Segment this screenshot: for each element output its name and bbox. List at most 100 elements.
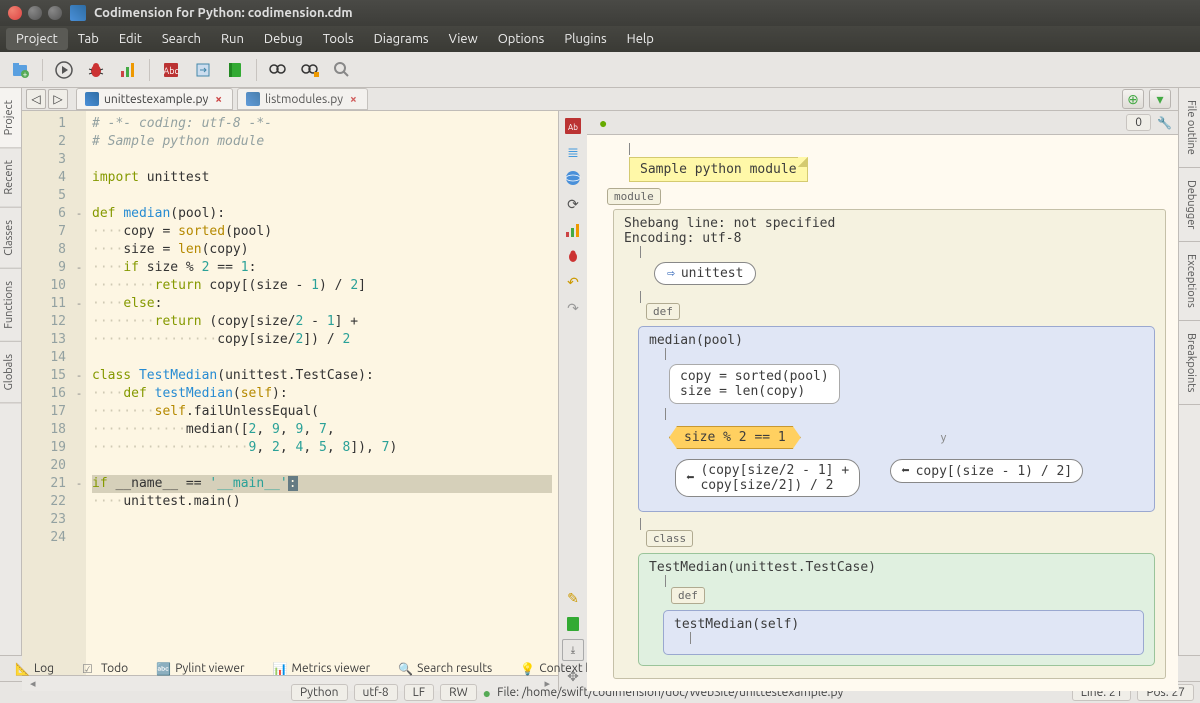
diagram-panel: ● 0 🔧 Sample python module module Sheban…: [587, 111, 1178, 691]
globe-tool-icon[interactable]: [562, 167, 584, 189]
return-arrow-icon: ⬅: [901, 463, 909, 479]
import-arrow-icon: ⇨: [667, 266, 675, 281]
tab-icon: 💡: [520, 662, 534, 676]
tab-label: Pylint viewer: [175, 662, 244, 675]
tab-filename: unittestexample.py: [104, 93, 208, 106]
bottom-tab-log[interactable]: 📐 Log: [6, 658, 63, 680]
svg-text:Ab: Ab: [568, 123, 578, 132]
nav-back-button[interactable]: ◁: [26, 89, 46, 109]
chart-tool-icon[interactable]: [562, 219, 584, 241]
import-node: ⇨ unittest: [654, 262, 756, 285]
bottom-tab-pylint-viewer[interactable]: 🔤 Pylint viewer: [147, 658, 253, 680]
left-tab-project[interactable]: Project: [0, 88, 21, 148]
menu-plugins[interactable]: Plugins: [554, 28, 616, 50]
close-tab-icon[interactable]: ×: [213, 93, 224, 106]
tab-label: Todo: [101, 662, 128, 675]
imports-icon[interactable]: [188, 56, 218, 84]
menu-options[interactable]: Options: [488, 28, 555, 50]
tab-icon: 📐: [15, 662, 29, 676]
undo-tool-icon[interactable]: ↶: [562, 271, 584, 293]
status-readwrite[interactable]: RW: [440, 684, 477, 701]
bottom-tab-todo[interactable]: ☑ Todo: [73, 658, 137, 680]
left-sidebar-tabs: ProjectRecentClassesFunctionsGlobals: [0, 88, 22, 655]
file-tab[interactable]: unittestexample.py ×: [76, 88, 233, 110]
close-tab-icon[interactable]: ×: [348, 93, 359, 106]
dict-tool-icon[interactable]: Ab: [562, 115, 584, 137]
diagram-status-dot: ●: [599, 115, 607, 131]
tab-icon: 🔤: [156, 662, 170, 676]
flowchart-canvas[interactable]: Sample python module module Shebang line…: [587, 135, 1178, 691]
menu-edit[interactable]: Edit: [109, 28, 152, 50]
svg-text:+: +: [23, 70, 28, 79]
menu-project[interactable]: Project: [6, 28, 68, 50]
window-title: Codimension for Python: codimension.cdm: [94, 6, 353, 20]
search-icon[interactable]: [327, 56, 357, 84]
left-tab-classes[interactable]: Classes: [0, 208, 21, 269]
diagram-count: 0: [1126, 114, 1151, 131]
menu-debug[interactable]: Debug: [254, 28, 313, 50]
right-tab-debugger[interactable]: Debugger: [1179, 168, 1200, 242]
app-icon: [70, 5, 86, 21]
right-sidebar-tabs: File outlineDebuggerExceptionsBreakpoint…: [1178, 88, 1200, 655]
nav-forward-button[interactable]: ▷: [48, 89, 68, 109]
bottom-tab-metrics-viewer[interactable]: 📊Metrics viewer: [264, 658, 380, 680]
tab-label: Log: [34, 662, 54, 675]
method-block-testmedian: testMedian(self): [663, 610, 1144, 655]
window-minimize-button[interactable]: [28, 6, 42, 20]
return-node-if: ⬅ copy[(size - 1) / 2]: [890, 459, 1083, 483]
find-file-icon[interactable]: [295, 56, 325, 84]
menu-view[interactable]: View: [439, 28, 488, 50]
branch-label-y: y: [941, 432, 947, 444]
new-project-icon[interactable]: +: [6, 56, 36, 84]
class-block-testmedian: TestMedian(unittest.TestCase) def testMe…: [638, 553, 1155, 666]
diagram-settings-icon[interactable]: 🔧: [1157, 116, 1172, 130]
status-language[interactable]: Python: [291, 684, 348, 701]
def-keyword-badge: def: [671, 587, 705, 604]
menu-help[interactable]: Help: [617, 28, 664, 50]
menu-search[interactable]: Search: [152, 28, 211, 50]
book-tool-icon[interactable]: [562, 613, 584, 635]
python-file-icon: [246, 92, 260, 106]
status-eol[interactable]: LF: [404, 684, 434, 701]
window-close-button[interactable]: [8, 6, 22, 20]
code-content[interactable]: # -*- coding: utf-8 -*-# Sample python m…: [86, 111, 558, 675]
tab-label: Metrics viewer: [292, 662, 371, 675]
add-tab-button[interactable]: ⊕: [1122, 89, 1144, 109]
window-maximize-button[interactable]: [48, 6, 62, 20]
right-tab-breakpoints[interactable]: Breakpoints: [1179, 321, 1200, 405]
menu-run[interactable]: Run: [211, 28, 254, 50]
def-keyword-badge: def: [646, 303, 680, 320]
stack-tool-icon[interactable]: ≣: [562, 141, 584, 163]
module-keyword-badge: module: [607, 188, 661, 205]
run-icon[interactable]: [49, 56, 79, 84]
file-tab[interactable]: listmodules.py ×: [237, 88, 368, 110]
book-icon[interactable]: [220, 56, 250, 84]
find-icon[interactable]: [263, 56, 293, 84]
right-tab-exceptions[interactable]: Exceptions: [1179, 242, 1200, 321]
return-node-else: ⬅ (copy[size/2 - 1] + copy[size/2]) / 2: [675, 459, 860, 497]
status-encoding[interactable]: utf-8: [354, 684, 398, 701]
tab-icon: ☑: [82, 662, 96, 676]
refresh-tool-icon[interactable]: ⟳: [562, 193, 584, 215]
wand-tool-icon[interactable]: ✎: [562, 587, 584, 609]
profile-icon[interactable]: [113, 56, 143, 84]
debug-icon[interactable]: [81, 56, 111, 84]
menu-diagrams[interactable]: Diagrams: [364, 28, 439, 50]
dictionary-icon[interactable]: Abc: [156, 56, 186, 84]
left-tab-recent[interactable]: Recent: [0, 148, 21, 208]
menu-tab[interactable]: Tab: [68, 28, 109, 50]
tab-menu-button[interactable]: ▾: [1149, 89, 1171, 109]
fold-column[interactable]: - - - -- -: [72, 111, 86, 675]
right-tab-file-outline[interactable]: File outline: [1179, 88, 1200, 168]
left-tab-globals[interactable]: Globals: [0, 342, 21, 403]
menubar: ProjectTabEditSearchRunDebugToolsDiagram…: [0, 26, 1200, 52]
code-node-body: copy = sorted(pool) size = len(copy): [669, 364, 840, 404]
bug-tool-icon[interactable]: [562, 245, 584, 267]
tab-filename: listmodules.py: [265, 93, 343, 106]
svg-text:Abc: Abc: [163, 66, 178, 76]
redo-tool-icon[interactable]: ↷: [562, 297, 584, 319]
return-arrow-icon: ⬅: [686, 470, 694, 486]
bottom-tab-search-results[interactable]: 🔍Search results: [389, 658, 501, 680]
left-tab-functions[interactable]: Functions: [0, 269, 21, 342]
menu-tools[interactable]: Tools: [313, 28, 364, 50]
